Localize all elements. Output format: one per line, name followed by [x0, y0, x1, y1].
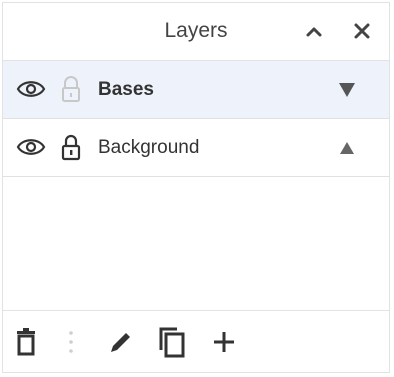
trash-icon — [17, 328, 35, 356]
add-layer-button[interactable] — [207, 324, 241, 360]
move-layer-down-button[interactable] — [333, 78, 361, 102]
panel-header: Layers — [3, 3, 389, 61]
close-button[interactable] — [347, 15, 377, 47]
layer-row-bases[interactable]: Bases — [3, 61, 389, 119]
lock-toggle[interactable] — [58, 133, 84, 161]
lock-toggle[interactable] — [58, 75, 84, 103]
duplicate-icon — [159, 327, 185, 358]
delete-layer-button[interactable] — [11, 324, 41, 360]
more-options-button[interactable] — [61, 324, 81, 360]
eye-icon — [16, 139, 46, 155]
close-icon — [354, 23, 370, 39]
collapse-button[interactable] — [299, 15, 329, 47]
layers-toolbar — [3, 310, 389, 372]
layer-row-background[interactable]: Background — [3, 119, 389, 177]
lock-icon — [61, 134, 81, 161]
move-layer-up-button[interactable] — [333, 136, 361, 160]
eye-icon — [16, 81, 46, 97]
add-icon — [214, 332, 234, 352]
visibility-toggle[interactable] — [16, 77, 46, 101]
layer-name: Background — [98, 137, 200, 158]
more-vertical-icon — [69, 331, 73, 353]
layers-panel: Layers Bases Background — [2, 2, 390, 373]
unlocked-icon — [62, 76, 80, 102]
visibility-toggle[interactable] — [16, 135, 46, 159]
duplicate-layer-button[interactable] — [151, 324, 191, 360]
panel-title: Layers — [164, 19, 228, 42]
move-down-icon — [339, 83, 355, 97]
edit-pencil-icon — [111, 333, 130, 352]
layer-name: Bases — [98, 79, 154, 100]
move-up-icon — [340, 142, 354, 154]
edit-layer-button[interactable] — [105, 324, 137, 360]
chevron-up-icon — [306, 27, 322, 37]
